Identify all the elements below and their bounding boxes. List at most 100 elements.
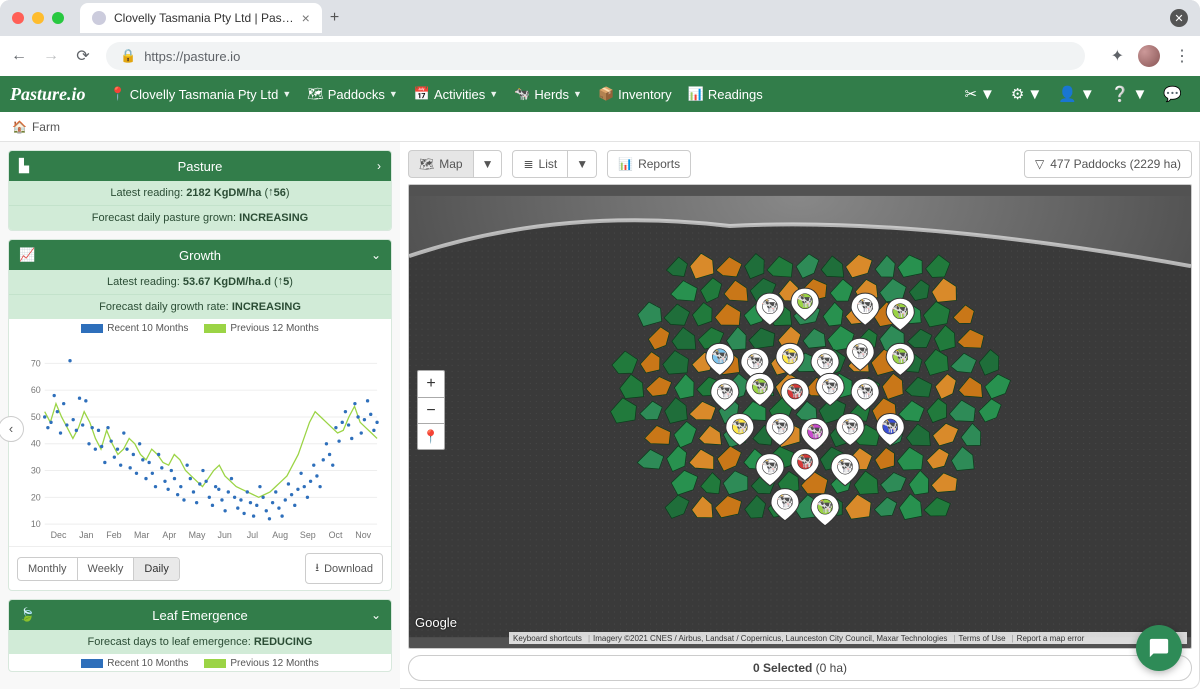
svg-text:🐄: 🐄 xyxy=(776,493,793,509)
zoom-in-button[interactable]: + xyxy=(418,371,444,397)
svg-text:🐄: 🐄 xyxy=(816,498,833,514)
svg-text:Dec: Dec xyxy=(51,530,67,540)
label: Latest reading: xyxy=(110,187,183,199)
download-icon: ⭳ xyxy=(315,559,319,578)
main-content: ‹ ▙ Pasture › Latest reading: 2182 KgDM/… xyxy=(0,142,1200,689)
nav-inventory[interactable]: 📦 Inventory xyxy=(590,76,680,112)
back-button[interactable]: ← xyxy=(10,47,28,65)
locate-button[interactable]: 📍 xyxy=(418,423,444,449)
extensions-icon[interactable]: ✦ xyxy=(1111,46,1124,66)
brand-logo[interactable]: Pasture.io xyxy=(10,84,86,105)
legend-label: Recent 10 Months xyxy=(107,658,188,669)
panel-header-growth[interactable]: 📈 Growth ⌄ xyxy=(9,240,391,270)
download-button[interactable]: ⭳ Download xyxy=(305,553,383,584)
arrow-up-icon: ↑ xyxy=(278,275,284,287)
svg-text:🐄: 🐄 xyxy=(836,458,853,474)
map-zoom-control[interactable]: + − 📍 xyxy=(417,370,445,450)
account-menu[interactable]: 👤▼ xyxy=(1050,85,1103,103)
forward-button[interactable]: → xyxy=(42,47,60,65)
view-toggle-map[interactable]: 🗺 Map ▼ xyxy=(408,150,502,178)
seg-daily[interactable]: Daily xyxy=(133,558,178,580)
zoom-out-button[interactable]: − xyxy=(418,397,444,423)
svg-text:🐄: 🐄 xyxy=(731,418,748,434)
nav-paddocks[interactable]: 🗺 Paddocks ▼ xyxy=(299,76,406,112)
map-pane: 🗺 Map ▼ ≣ List ▼ 📊Reports ▽ 477 Paddocks (2… xyxy=(400,142,1200,689)
reload-button[interactable]: ⟳ xyxy=(74,46,92,66)
panel-header-leaf[interactable]: 🍃 Leaf Emergence ⌄ xyxy=(9,600,391,630)
chevron-down-icon: ⌄ xyxy=(371,248,381,262)
help-menu[interactable]: ❔▼ xyxy=(1103,85,1156,103)
window-close[interactable] xyxy=(12,12,24,24)
map-icon: 🗺 xyxy=(419,157,434,171)
reports-button[interactable]: 📊Reports xyxy=(607,150,691,178)
profile-avatar[interactable] xyxy=(1138,45,1160,67)
view-toggle-list[interactable]: ≣ List ▼ xyxy=(512,150,597,178)
panel-title: Leaf Emergence xyxy=(9,608,391,623)
filter-icon: ▽ xyxy=(1035,157,1044,171)
value: 2182 KgDM/ha xyxy=(186,187,261,199)
svg-text:🐄: 🐄 xyxy=(761,458,778,474)
label: Forecast daily growth rate: xyxy=(99,301,229,313)
lock-icon: 🔒 xyxy=(120,48,136,64)
settings-menu[interactable]: ⚙▼ xyxy=(1003,85,1050,103)
close-icon[interactable]: × xyxy=(302,10,310,26)
traffic-lights[interactable] xyxy=(12,12,64,24)
attrib-text[interactable]: Report a map error xyxy=(1012,634,1085,643)
growth-granularity-segment[interactable]: Monthly Weekly Daily xyxy=(17,557,180,581)
legend-swatch-prev xyxy=(204,324,226,333)
map-canvas[interactable]: 🐄 🐄 🐄 🐄 🐄 🐄 🐄 🐄 xyxy=(408,184,1192,649)
nav-readings[interactable]: 📊 Readings xyxy=(680,76,771,112)
map-view-dropdown[interactable]: ▼ xyxy=(474,150,503,178)
label: 477 Paddocks (2229 ha) xyxy=(1050,157,1181,171)
window-minimize[interactable] xyxy=(32,12,44,24)
home-icon[interactable]: 🏠 xyxy=(12,120,27,134)
nav-activities[interactable]: 📅 Activities ▼ xyxy=(406,76,506,112)
nav-label: Paddocks xyxy=(328,87,385,102)
seg-weekly[interactable]: Weekly xyxy=(77,558,134,580)
svg-text:🐄: 🐄 xyxy=(856,297,873,313)
label: Forecast daily pasture grown: xyxy=(92,212,236,224)
svg-text:30: 30 xyxy=(31,466,41,476)
list-view-dropdown[interactable]: ▼ xyxy=(568,150,597,178)
delta: 5 xyxy=(283,276,289,288)
tab-favicon: ⠀ xyxy=(92,11,106,25)
sidebar-collapse-button[interactable]: ‹ xyxy=(0,416,24,442)
chevron-down-icon: ▼ xyxy=(282,89,291,99)
svg-text:🐄: 🐄 xyxy=(746,352,763,368)
seg-monthly[interactable]: Monthly xyxy=(18,558,77,580)
selected-count: 0 Selected xyxy=(753,661,812,675)
browser-tab[interactable]: ⠀ Clovelly Tasmania Pty Ltd | Pas… × xyxy=(80,3,322,33)
list-view-button[interactable]: ≣ List xyxy=(512,150,568,178)
cow-icon: 🐄 xyxy=(514,86,530,102)
attrib-text[interactable]: Keyboard shortcuts xyxy=(513,634,582,643)
panel-leaf: 🍃 Leaf Emergence ⌄ Forecast days to leaf… xyxy=(8,599,392,672)
tools-menu[interactable]: ✂▼ xyxy=(956,85,1002,103)
panel-header-pasture[interactable]: ▙ Pasture › xyxy=(9,151,391,181)
legend-label: Previous 12 Months xyxy=(230,323,318,334)
chart-bar-icon: 📊 xyxy=(618,157,633,171)
nav-herds[interactable]: 🐄 Herds ▼ xyxy=(506,76,590,112)
tabstrip-overflow-icon[interactable]: ✕ xyxy=(1170,9,1188,27)
browser-menu-icon[interactable]: ⋮ xyxy=(1174,46,1190,66)
label: Map xyxy=(439,157,462,171)
address-bar[interactable]: 🔒 https://pasture.io xyxy=(106,42,1085,70)
list-icon: ≣ xyxy=(523,157,533,171)
map-selection-footer[interactable]: 0 Selected (0 ha) xyxy=(408,655,1192,681)
intercom-chat-button[interactable] xyxy=(1136,625,1182,671)
label: List xyxy=(539,157,558,171)
chat-icon[interactable]: 💬 xyxy=(1155,85,1190,103)
paddock-count-pill[interactable]: ▽ 477 Paddocks (2229 ha) xyxy=(1024,150,1192,178)
window-maximize[interactable] xyxy=(52,12,64,24)
selected-area: (0 ha) xyxy=(816,661,847,675)
svg-text:Mar: Mar xyxy=(134,530,149,540)
browser-chrome: ⠀ Clovelly Tasmania Pty Ltd | Pas… × + ✕… xyxy=(0,0,1200,76)
svg-text:Jun: Jun xyxy=(218,530,232,540)
breadcrumb-item[interactable]: Farm xyxy=(32,120,60,134)
attrib-text[interactable]: Terms of Use xyxy=(953,634,1005,643)
map-view-button[interactable]: 🗺 Map xyxy=(408,150,474,178)
nav-label: Inventory xyxy=(618,87,671,102)
farm-selector[interactable]: 📍 Clovelly Tasmania Pty Ltd ▼ xyxy=(102,76,300,112)
growth-chart: 10203040506070DecJanFebMarAprMayJunJulAu… xyxy=(9,336,391,546)
new-tab-button[interactable]: + xyxy=(330,9,339,27)
map-svg: 🐄 🐄 🐄 🐄 🐄 🐄 🐄 🐄 xyxy=(409,185,1191,648)
